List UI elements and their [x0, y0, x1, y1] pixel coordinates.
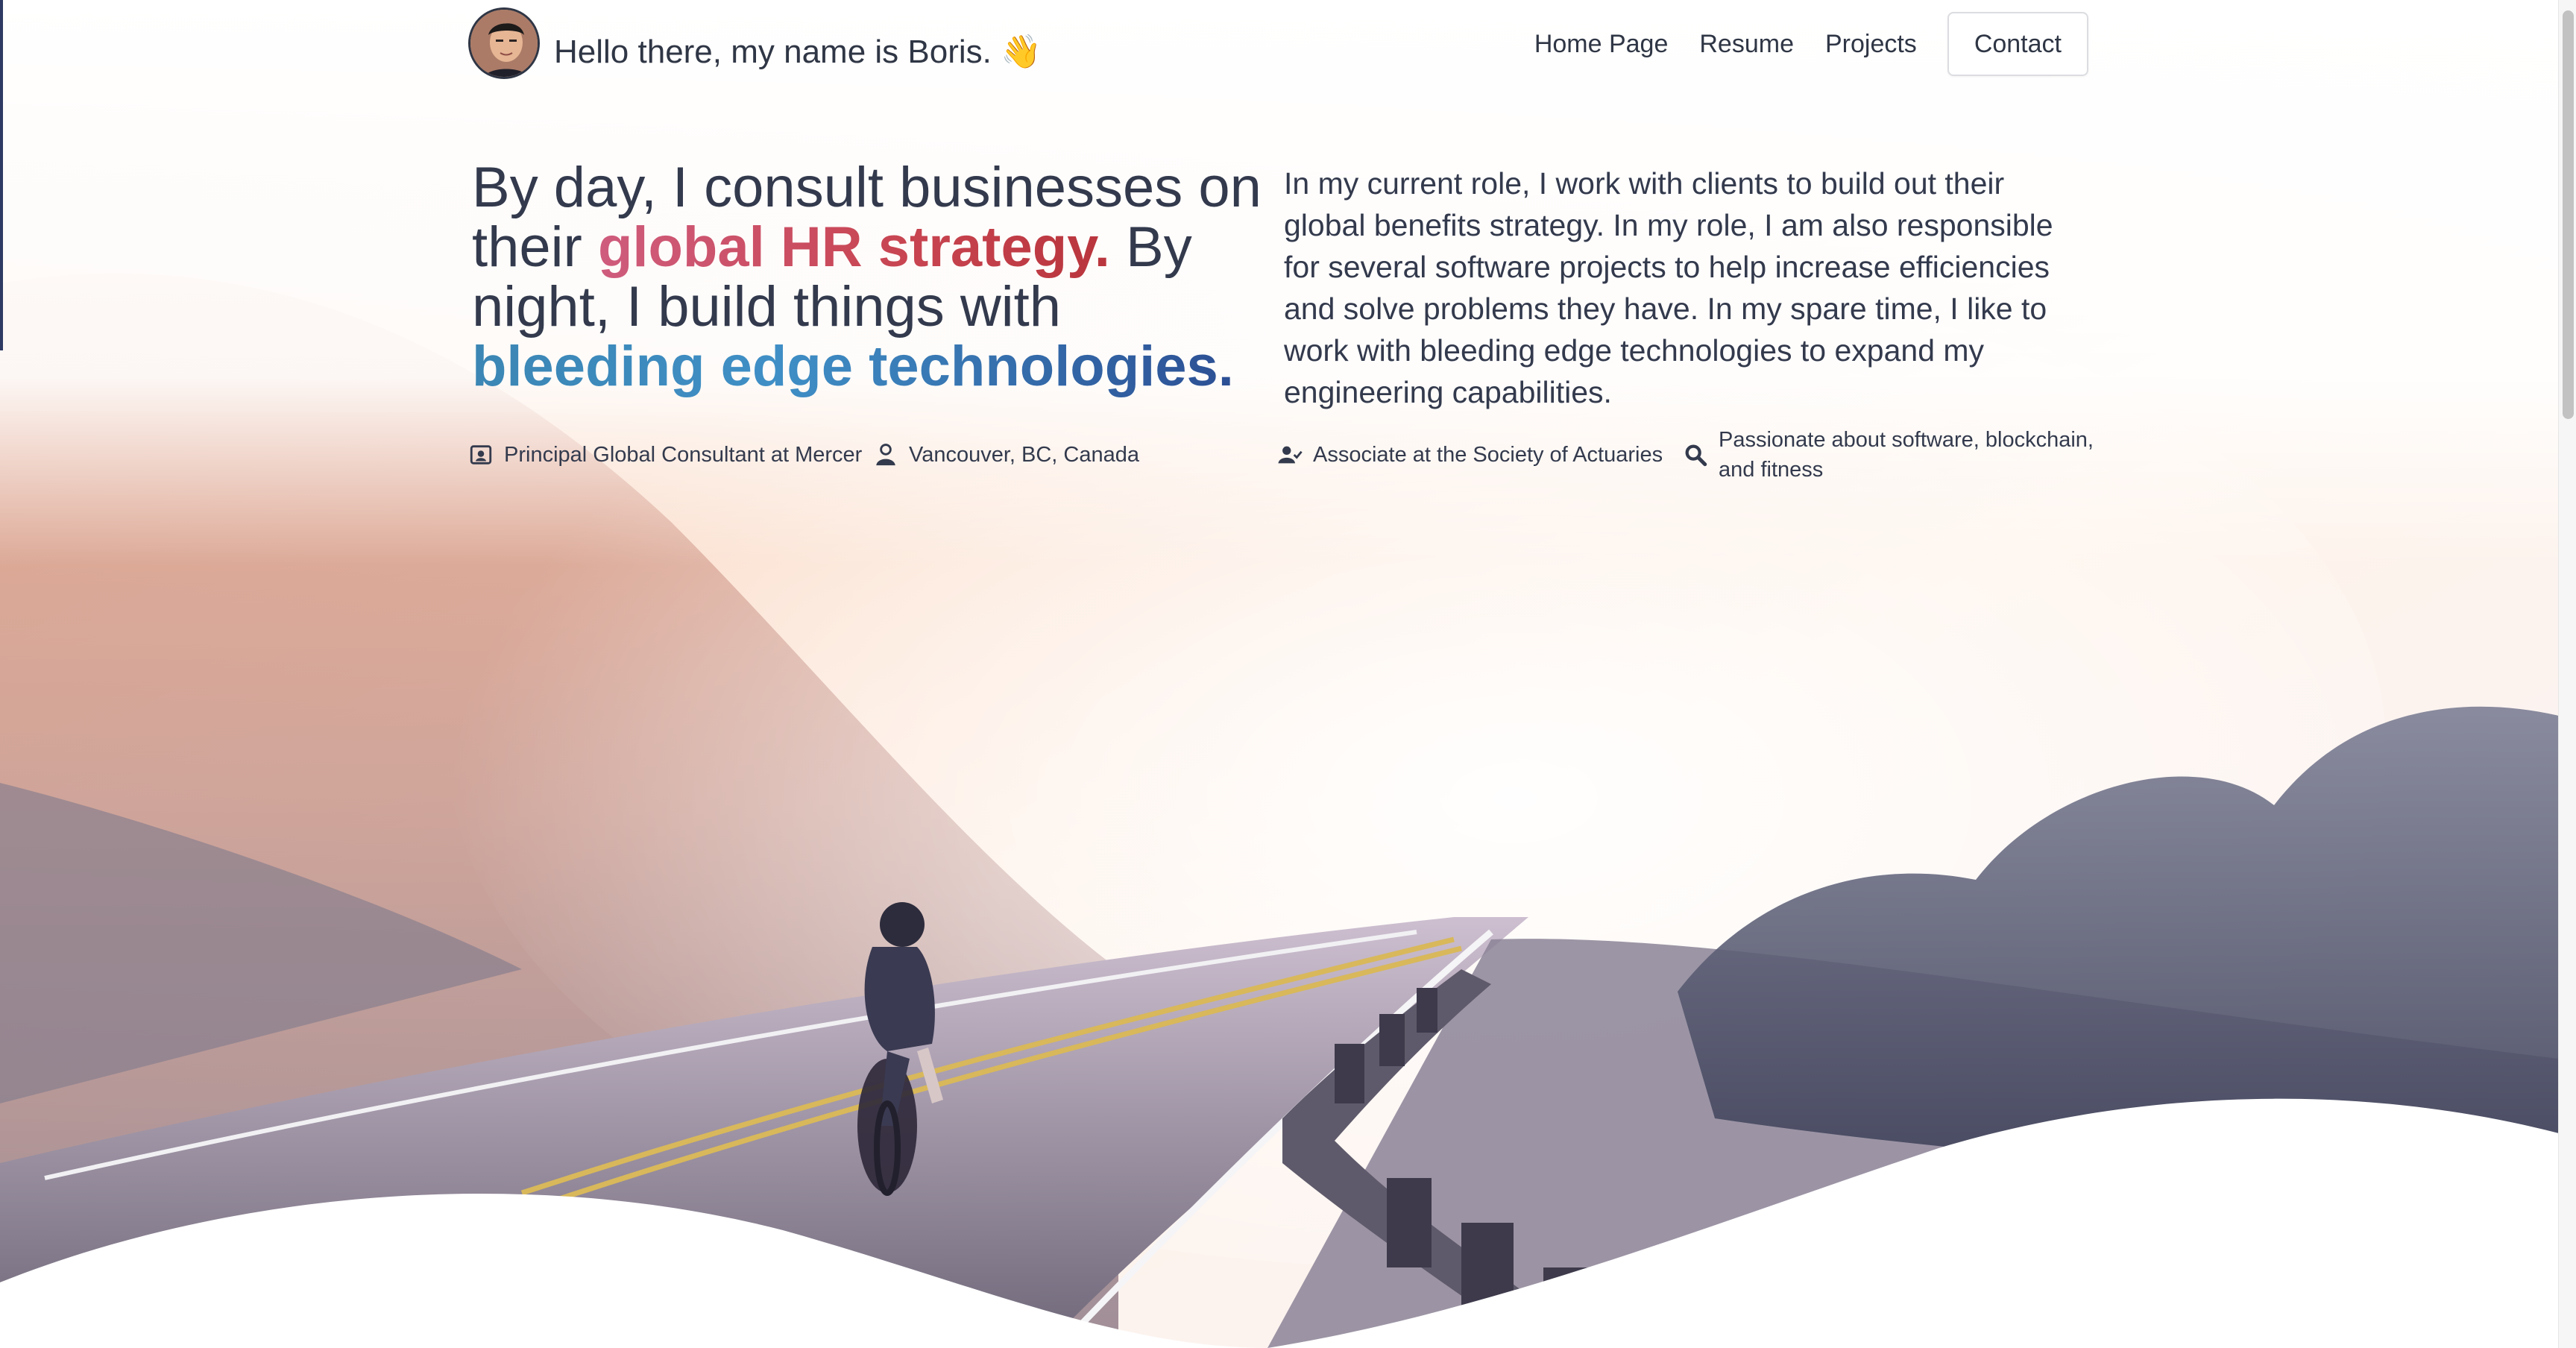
nav-home-page[interactable]: Home Page [1519, 30, 1684, 59]
fact-text: Principal Global Consultant at Mercer [504, 443, 863, 467]
fact-credential: Associate at the Society of Actuaries [1277, 440, 1663, 470]
headline-highlight-hr-strategy: global HR strategy. [597, 215, 1110, 279]
search-icon [1685, 444, 1707, 467]
fact-location: Vancouver, BC, Canada [873, 440, 1139, 470]
avatar [468, 7, 540, 79]
id-badge-icon [470, 445, 492, 464]
scrollbar-thumb[interactable] [2563, 10, 2574, 419]
page: Hello there, my name is Boris. 👋 Home Pa… [0, 0, 2576, 1348]
hero-headline: By day, I consult businesses on their gl… [472, 158, 1281, 397]
intro-paragraph: In my current role, I work with clients … [1284, 166, 2053, 409]
fact-text: Passionate about software, blockchain, a… [1719, 428, 2094, 482]
fact-text: Associate at the Society of Actuaries [1313, 443, 1663, 467]
nav-projects[interactable]: Projects [1810, 30, 1933, 59]
contact-button[interactable]: Contact [1947, 12, 2088, 76]
user-check-icon [1278, 446, 1303, 464]
greeting-text: Hello there, my name is Boris. 👋 [554, 34, 1042, 70]
fact-job-title: Principal Global Consultant at Mercer [468, 440, 862, 470]
fact-text: Vancouver, BC, Canada [909, 443, 1139, 467]
headline-highlight-technologies: bleeding edge technologies. [472, 335, 1234, 398]
window-left-edge [0, 0, 3, 350]
person-icon [876, 444, 895, 466]
main-nav: Home Page Resume Projects Contact [1519, 12, 2088, 76]
page-scrollbar[interactable] [2558, 0, 2576, 1348]
nav-resume[interactable]: Resume [1684, 30, 1810, 59]
fact-interests: Passionate about software, blockchain, a… [1683, 425, 2121, 485]
